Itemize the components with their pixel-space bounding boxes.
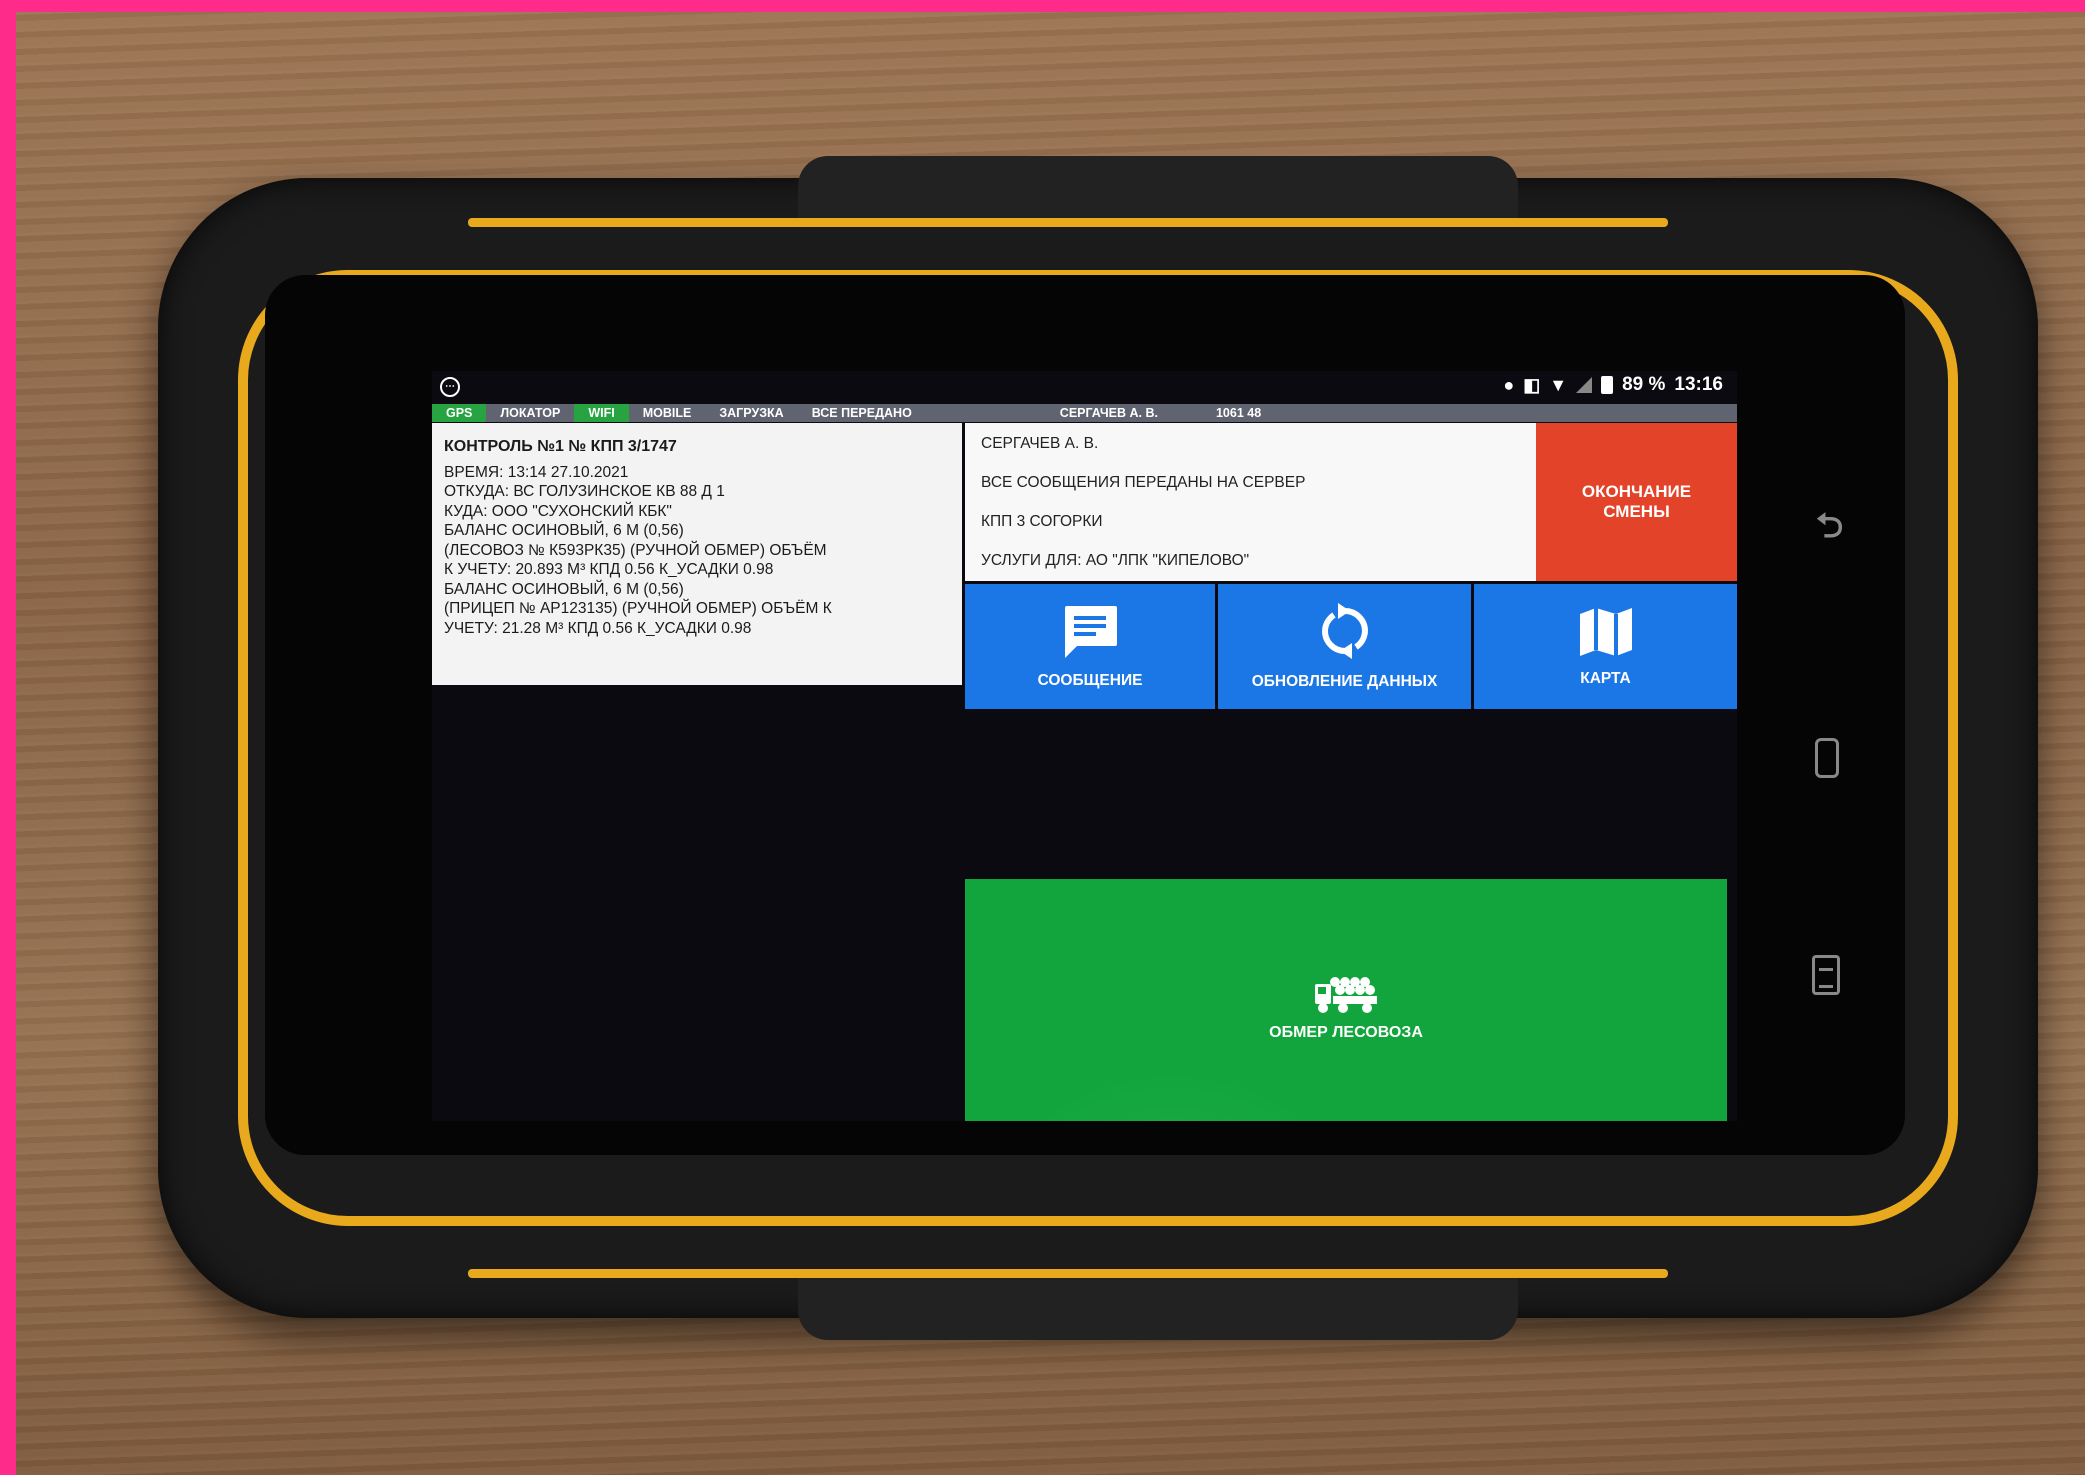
tablet-bottom-bumper: [798, 1270, 1518, 1340]
indicator-wifi: WIFI: [574, 404, 629, 422]
battery-icon: [1601, 376, 1614, 394]
menu-key-icon[interactable]: [1812, 955, 1840, 995]
message-button-label: СООБЩЕНИЕ: [1037, 671, 1143, 689]
control-info-panel: КОНТРОЛЬ №1 № КПП 3/1747 ВРЕМЯ: 13:14 27…: [432, 423, 962, 685]
indicator-mobile: MOBILE: [642, 406, 692, 420]
connection-indicator-bar: GPS ЛОКАТОР WIFI MOBILE ЗАГРУЗКА ВСЕ ПЕР…: [432, 404, 1737, 422]
refresh-icon: [1321, 602, 1368, 659]
info-line: ВРЕМЯ: 13:14 27.10.2021: [444, 463, 629, 481]
location-icon: ●: [1503, 374, 1515, 395]
info-line: (ЛЕСОВОЗ № К593РК35) (РУЧНОЙ ОБМЕР) ОБЪЁ…: [444, 541, 827, 559]
end-shift-label-line2: СМЕНЫ: [1603, 502, 1670, 521]
home-key-icon[interactable]: [1815, 738, 1839, 778]
tablet-yellow-stripe-top: [468, 218, 1668, 227]
message-checkpoint: КПП 3 СОГОРКИ: [981, 513, 1103, 530]
info-line: БАЛАНС ОСИНОВЫЙ, 6 М (0,56): [444, 580, 684, 598]
indicator-all-sent: ВСЕ ПЕРЕДАНО: [811, 406, 912, 420]
device-code: 1061 48: [1215, 406, 1262, 420]
map-icon: [1579, 607, 1632, 656]
message-button[interactable]: СООБЩЕНИЕ: [965, 584, 1215, 709]
tablet-top-bumper: [798, 156, 1518, 226]
vibrate-icon: ◧: [1523, 374, 1541, 395]
update-data-button-label: ОБНОВЛЕНИЕ ДАННЫХ: [1251, 672, 1438, 690]
message-services: УСЛУГИ ДЛЯ: АО "ЛПК "КИПЕЛОВО": [981, 552, 1250, 569]
end-shift-button[interactable]: ОКОНЧАНИЕ СМЕНЫ: [1536, 423, 1737, 581]
battery-percent: 89 %: [1622, 374, 1666, 395]
screen-glare: [1012, 1071, 1332, 1121]
info-line: (ПРИЦЕП № АР123135) (РУЧНОЙ ОБМЕР) ОБЪЁМ…: [444, 600, 832, 617]
messages-panel: СЕРГАЧЕВ А. В. ВСЕ СООБЩЕНИЯ ПЕРЕДАНЫ НА…: [965, 423, 1536, 581]
map-button-label: КАРТА: [1580, 669, 1631, 687]
tablet-yellow-stripe-bottom: [468, 1269, 1668, 1278]
info-line: ОТКУДА: ВС ГОЛУЗИНСКОЕ КВ 88 Д 1: [444, 483, 725, 500]
control-title: КОНТРОЛЬ №1 № КПП 3/1747: [444, 438, 677, 455]
status-bar: ⋯ ● ◧ ▼ 89 % 13:16: [432, 371, 1737, 403]
indicator-locator: ЛОКАТОР: [500, 406, 561, 420]
message-operator: СЕРГАЧЕВ А. В.: [981, 435, 1099, 452]
info-line: БАЛАНС ОСИНОВЫЙ, 6 М (0,56): [444, 522, 684, 539]
operator-name: СЕРГАЧЕВ А. В.: [1059, 406, 1158, 420]
message-sync-status: ВСЕ СООБЩЕНИЯ ПЕРЕДАНЫ НА СЕРВЕР: [981, 474, 1306, 491]
info-line: КУДА: ООО "СУХОНСКИЙ КБК": [444, 502, 672, 520]
wifi-icon: ▼: [1549, 374, 1568, 395]
chat-bubble-icon: ⋯: [440, 377, 460, 397]
map-button[interactable]: КАРТА: [1474, 584, 1737, 709]
info-line: УЧЕТУ: 21.28 М³ КПД 0.56 К_УСАДКИ 0.98: [444, 619, 752, 637]
signal-icon: [1576, 377, 1593, 393]
end-shift-label-line1: ОКОНЧАНИЕ: [1581, 482, 1692, 501]
status-bar-right: ● ◧ ▼ 89 % 13:16: [1503, 374, 1723, 396]
back-key-icon[interactable]: ⮌: [1816, 502, 1843, 559]
info-line: К УЧЕТУ: 20.893 М³ КПД 0.56 К_УСАДКИ 0.9…: [444, 561, 774, 578]
indicator-gps: GPS: [432, 404, 487, 422]
clock: 13:16: [1674, 374, 1723, 395]
update-data-button[interactable]: ОБНОВЛЕНИЕ ДАННЫХ: [1218, 584, 1471, 709]
measure-button-label: ОБМЕР ЛЕСОВОЗА: [1269, 1024, 1423, 1041]
indicator-upload: ЗАГРУЗКА: [719, 406, 784, 420]
app-screen: ⋯ ● ◧ ▼ 89 % 13:16 GPS ЛОКАТОР WIFI MOBI…: [432, 371, 1737, 1121]
timber-truck-icon: [1315, 977, 1377, 1013]
message-icon: [1065, 605, 1117, 658]
